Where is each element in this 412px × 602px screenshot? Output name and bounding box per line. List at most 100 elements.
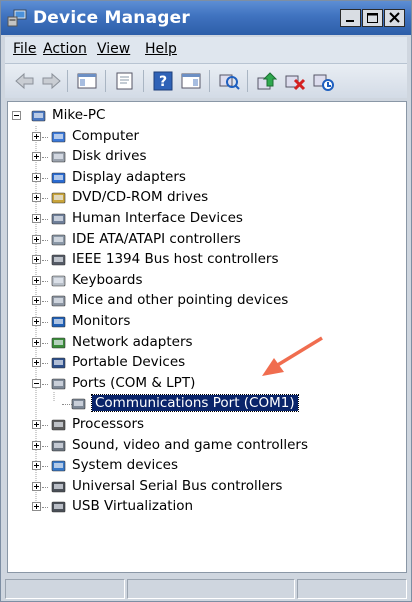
device-manager-icon — [7, 9, 27, 27]
menu-view[interactable]: View — [97, 41, 130, 57]
tree-category-system-devices[interactable]: System devices — [8, 456, 406, 476]
usb-icon — [51, 481, 66, 493]
expand-toggle[interactable] — [32, 152, 41, 162]
tree-category-human-interface-devices[interactable]: Human Interface Devices — [8, 209, 406, 229]
expand-toggle[interactable] — [32, 317, 41, 326]
tree-category-ieee-1394-bus-host-controllers[interactable]: IEEE 1394 Bus host controllers — [8, 250, 406, 270]
expand-toggle[interactable] — [32, 420, 41, 429]
system-device-icon — [51, 460, 66, 472]
tree-category-portable-devices[interactable]: Portable Devices — [8, 353, 406, 373]
menu-action[interactable]: Action — [43, 41, 87, 57]
portable-device-icon — [51, 357, 66, 369]
tree-item-communications-port[interactable]: Communications Port (COM1) — [8, 394, 406, 414]
tree-item-label: Keyboards — [72, 271, 143, 288]
uninstall-icon[interactable] — [283, 70, 307, 92]
monitor-icon — [51, 316, 66, 328]
maximize-icon — [367, 13, 378, 23]
status-bar — [5, 577, 407, 601]
tree-category-mice-and-other-pointing-devices[interactable]: Mice and other pointing devices — [8, 291, 406, 311]
tree-line — [42, 157, 48, 159]
maximize-button[interactable] — [362, 9, 383, 27]
expand-toggle[interactable] — [32, 440, 41, 450]
menu-help[interactable]: Help — [145, 41, 177, 57]
tree-category-network-adapters[interactable]: Network adapters — [8, 333, 406, 353]
update-driver-icon[interactable] — [255, 70, 279, 92]
expand-toggle[interactable] — [32, 172, 41, 182]
expand-toggle[interactable] — [32, 358, 41, 368]
device-tree[interactable]: Mike-PC Computer Disk drives Display ada… — [7, 101, 407, 573]
menu-file[interactable]: File — [13, 41, 36, 57]
menu-bar: File Action View Help — [5, 37, 407, 63]
status-cell-1 — [5, 579, 125, 599]
toolbar: ? — [5, 63, 407, 98]
expand-toggle[interactable] — [32, 296, 41, 306]
computer-network-icon — [31, 110, 46, 122]
tree-item-label: Universal Serial Bus controllers — [72, 477, 283, 494]
expand-toggle[interactable] — [32, 214, 41, 223]
tree-item-label: Mike-PC — [52, 107, 106, 123]
expand-toggle[interactable] — [32, 481, 41, 491]
tree-category-sound-video-and-game-controllers[interactable]: Sound, video and game controllers — [8, 436, 406, 456]
expand-toggle[interactable] — [32, 337, 41, 347]
tree-category-processors[interactable]: Processors — [8, 415, 406, 435]
tree-item-label: USB Virtualization — [72, 498, 194, 515]
collapse-toggle[interactable] — [32, 378, 41, 388]
tree-line — [42, 219, 48, 220]
tree-category-disk-drives[interactable]: Disk drives — [8, 147, 406, 167]
close-button[interactable] — [384, 9, 405, 27]
ieee1394-icon — [51, 254, 66, 266]
tree-item-label: System devices — [72, 457, 179, 474]
scan-hardware-changes-icon[interactable] — [217, 70, 241, 92]
toolbar-separator — [67, 70, 68, 92]
tree-item-label: Mice and other pointing devices — [72, 292, 289, 309]
tree-line — [42, 322, 48, 323]
expand-toggle[interactable] — [32, 131, 41, 141]
window-title: Device Manager — [33, 8, 190, 28]
mouse-icon — [51, 296, 66, 307]
tree-line — [42, 301, 48, 303]
properties-icon[interactable] — [113, 70, 137, 92]
tree-category-ports-com-lpt[interactable]: Ports (COM & LPT) — [8, 374, 406, 394]
tree-category-keyboards[interactable]: Keyboards — [8, 271, 406, 291]
tree-item-label: Network adapters — [72, 333, 193, 350]
device-manager-window: Device Manager File Action View Help ? M… — [0, 0, 412, 602]
red-arrow-annotation — [262, 336, 323, 376]
expand-toggle[interactable] — [32, 234, 41, 244]
hid-icon — [51, 213, 66, 225]
tree-category-display-adapters[interactable]: Display adapters — [8, 168, 406, 188]
expand-toggle[interactable] — [32, 255, 41, 265]
tree-root-mike-pc[interactable]: Mike-PC — [8, 106, 406, 126]
expand-toggle[interactable] — [32, 461, 41, 471]
tree-category-universal-serial-bus-controllers[interactable]: Universal Serial Bus controllers — [8, 477, 406, 497]
tree-line — [42, 425, 48, 426]
tree-line — [42, 445, 48, 447]
tree-item-label: Human Interface Devices — [72, 210, 243, 226]
toolbar-separator — [105, 70, 106, 92]
status-cell-3 — [297, 579, 407, 599]
enable-disable-icon[interactable] — [311, 70, 335, 92]
tree-line — [42, 363, 48, 365]
expand-toggle[interactable] — [32, 502, 41, 512]
tree-item-label: IDE ATA/ATAPI controllers — [72, 230, 241, 247]
minimize-button[interactable] — [340, 9, 361, 27]
collapse-toggle[interactable] — [12, 111, 21, 120]
expand-toggle[interactable] — [32, 275, 41, 285]
tree-category-usb-virtualization[interactable]: USB Virtualization — [8, 497, 406, 517]
tree-category-monitors[interactable]: Monitors — [8, 312, 406, 332]
expand-toggle[interactable] — [32, 193, 41, 203]
dvd-drive-icon — [51, 193, 66, 204]
toolbar-separator — [247, 70, 248, 92]
tree-category-dvd-cd-rom-drives[interactable]: DVD/CD-ROM drives — [8, 188, 406, 208]
display-adapter-icon — [51, 172, 66, 184]
tree-item-label: Portable Devices — [72, 354, 186, 371]
tree-line — [42, 342, 48, 344]
title-bar[interactable]: Device Manager — [1, 1, 411, 35]
forward-icon[interactable] — [39, 70, 63, 92]
tree-category-computer[interactable]: Computer — [8, 127, 406, 147]
back-icon[interactable] — [13, 70, 37, 92]
action-pane-icon[interactable] — [179, 70, 203, 92]
tree-category-ide-ata-atapi-controllers[interactable]: IDE ATA/ATAPI controllers — [8, 230, 406, 250]
help-icon[interactable]: ? — [151, 70, 175, 92]
tree-line — [42, 280, 48, 282]
show-hide-console-tree-icon[interactable] — [75, 70, 99, 92]
